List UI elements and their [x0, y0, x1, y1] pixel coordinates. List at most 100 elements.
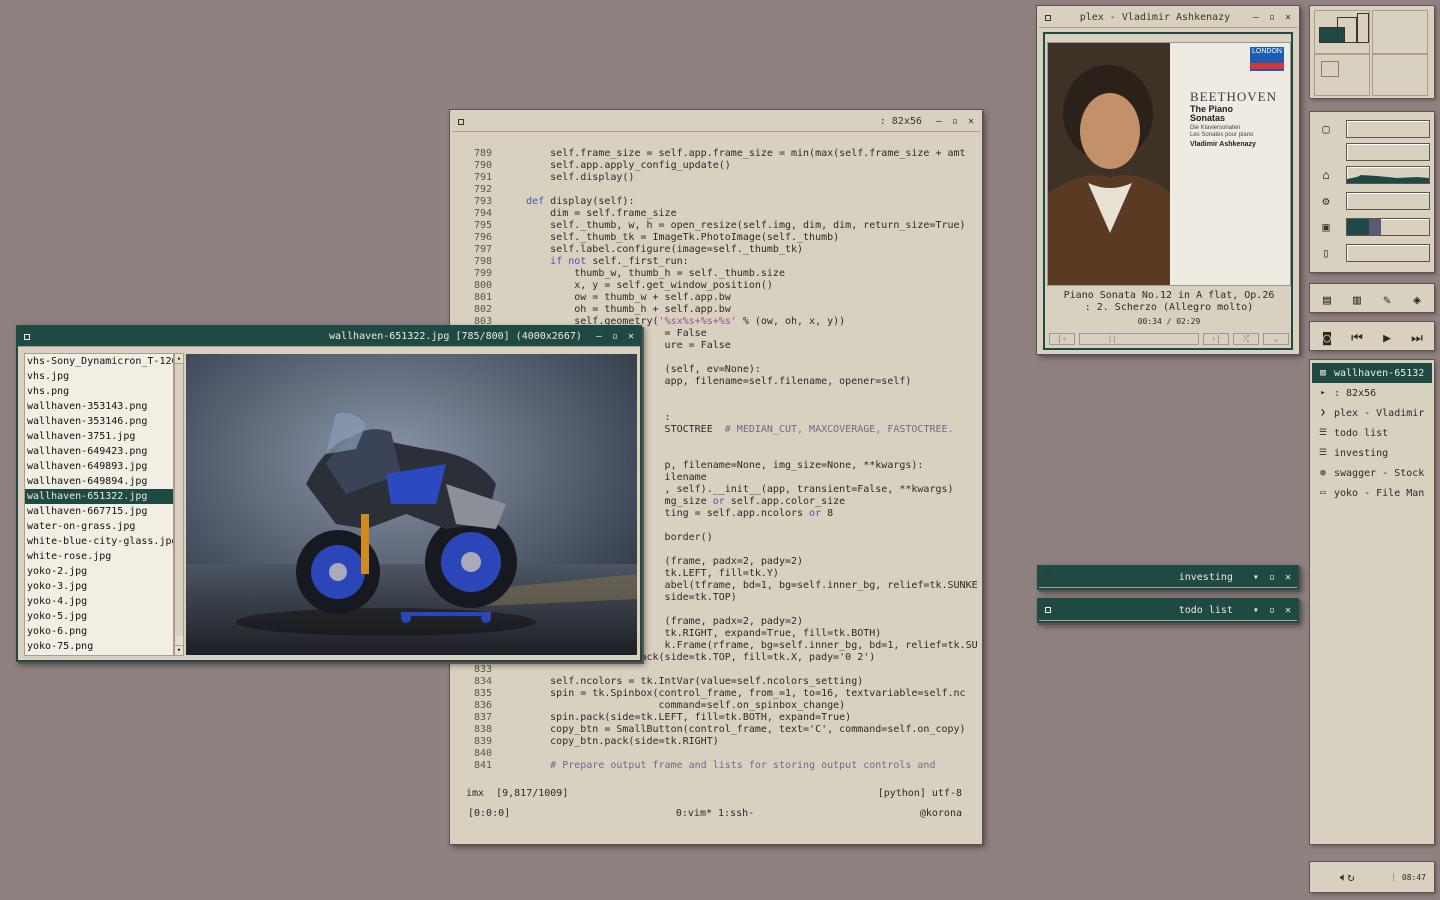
window-title: plex - Vladimir Ashkenazy [1079, 12, 1231, 23]
file-list-item[interactable]: wallhaven-649894.jpg [25, 474, 173, 489]
file-list-item[interactable]: yoko-6.png [25, 624, 173, 639]
tmux-session: [0:0:0] [468, 808, 511, 819]
line-number: 802 [473, 304, 492, 315]
task-item[interactable]: ❯ plex - Vladimir [1312, 403, 1432, 423]
file-list[interactable]: vhs-Sony_Dynamicron_T-120 vhs.jpg vhs.png w… [24, 353, 174, 656]
close-icon[interactable]: ✕ [1285, 572, 1291, 583]
file-list-item[interactable]: white-blue-city-glass.jpg [25, 534, 173, 549]
file-list-item[interactable]: wallhaven-353146.png [25, 414, 173, 429]
cover-subtitle-2: Les Sonates pour piano [1190, 132, 1254, 138]
investing-titlebar[interactable]: investing ▾ ▫ ✕ [1039, 567, 1297, 588]
task-item[interactable]: ▸: 82x56 [1312, 383, 1432, 403]
terminal-launcher-icon[interactable]: ▤ [1315, 289, 1339, 311]
cover-work: The Piano Sonatas [1190, 104, 1234, 123]
file-list-item[interactable]: water-on-grass.jpg [25, 519, 173, 534]
plex-player-window[interactable]: plex - Vladimir Ashkenazy – ▫ ✕ LONDON BEE… [1036, 5, 1300, 355]
workspace-4[interactable] [1372, 54, 1428, 96]
file-list-item[interactable]: vhs-Sony_Dynamicron_T-120 [25, 354, 173, 369]
window-menu-icon[interactable] [1045, 607, 1051, 613]
file-list-scrollbar[interactable]: ▴ ▾ [174, 353, 184, 656]
tray-panel[interactable]: 🔈︎↻ 08:47 [1309, 861, 1435, 893]
line-number: 793 [473, 196, 492, 207]
task-item[interactable]: ▭ yoko - File Man [1312, 483, 1432, 503]
task-label: wallhaven-65132 [1334, 367, 1425, 379]
code-line: 800 x, y = self.get_window_position() [460, 280, 980, 292]
file-list-item[interactable]: yoko-75.png [25, 639, 173, 654]
play-icon[interactable]: ▶ [1375, 327, 1399, 349]
browser-launcher-icon[interactable]: ◈ [1405, 289, 1429, 311]
investing-window[interactable]: investing ▾ ▫ ✕ [1037, 565, 1299, 590]
window-menu-icon[interactable] [458, 118, 464, 125]
window-menu-icon[interactable] [1045, 574, 1051, 580]
task-item[interactable]: ☰ todo list [1312, 423, 1432, 443]
file-list-item[interactable]: vhs.png [25, 384, 173, 399]
shade-icon[interactable]: ▾ [1253, 572, 1259, 583]
code-line: 802 oh = thumb_h + self.app.bw [460, 304, 980, 316]
task-item[interactable]: ☰ investing [1312, 443, 1432, 463]
volume-icon[interactable]: 🔈︎↻ [1340, 870, 1354, 885]
file-list-item[interactable]: yoko-2.jpg [25, 564, 173, 579]
workspace-1[interactable] [1314, 10, 1370, 54]
shuffle-button[interactable]: ⤮ [1233, 333, 1259, 345]
terminal-titlebar[interactable]: : 82x56 – ▫ ✕ [452, 112, 980, 132]
next-icon[interactable]: ⏭ [1405, 327, 1429, 349]
close-icon[interactable]: ✕ [1285, 12, 1291, 23]
pager-panel[interactable] [1309, 5, 1435, 99]
media-controls-panel[interactable]: ◙ ⏮ ▶ ⏭ [1309, 321, 1435, 351]
seek-thumb[interactable]: || [1107, 335, 1117, 343]
launcher-panel[interactable]: ▤ ▥ ✎ ◈ [1309, 283, 1435, 313]
code-line: 837 spin.pack(side=tk.LEFT, fill=tk.BOTH… [460, 712, 980, 724]
close-icon[interactable]: ✕ [628, 331, 634, 342]
image-viewer-window[interactable]: wallhaven-651322.jpg [785/800] (4000x266… [16, 325, 642, 662]
maximize-icon[interactable]: ▫ [952, 116, 958, 127]
taskbar-panel[interactable]: ▨ wallhaven-65132 ▸: 82x56 ❯ plex - Vladimir… [1309, 359, 1435, 845]
window-menu-icon[interactable] [1045, 14, 1051, 21]
maximize-icon[interactable]: ▫ [1269, 605, 1275, 616]
previous-icon[interactable]: ⏮ [1345, 327, 1369, 349]
minimize-icon[interactable]: – [936, 116, 942, 127]
file-list-item[interactable]: yoko-3.jpg [25, 579, 173, 594]
line-text: if not self._first_run: [550, 256, 689, 267]
menu-button[interactable]: ⌄ [1263, 333, 1289, 345]
player-titlebar[interactable]: plex - Vladimir Ashkenazy – ▫ ✕ [1039, 8, 1297, 28]
file-list-item[interactable]: wallhaven-649423.png [25, 444, 173, 459]
workspace-2[interactable] [1372, 10, 1428, 54]
prev-track-button[interactable]: |‹ [1049, 333, 1075, 345]
line-text: copy_btn.pack(side=tk.RIGHT) [502, 736, 719, 747]
line-text: def display(self): [526, 196, 635, 207]
file-list-item[interactable]: yoko-4.jpg [25, 594, 173, 609]
window-menu-icon[interactable] [24, 333, 30, 340]
file-list-item[interactable]: vhs.jpg [25, 369, 173, 384]
image-preview[interactable] [186, 354, 637, 655]
file-list-item[interactable]: wallhaven-353143.png [25, 399, 173, 414]
maximize-icon[interactable]: ▫ [1269, 572, 1275, 583]
file-list-item[interactable]: wallhaven-649893.jpg [25, 459, 173, 474]
minimize-icon[interactable]: – [596, 331, 602, 342]
code-line: 797 self.label.configure(image=self._thu… [460, 244, 980, 256]
shade-icon[interactable]: ▾ [1253, 605, 1259, 616]
workspace-3[interactable] [1314, 54, 1370, 96]
tmux-windows[interactable]: 0:vim* 1:ssh- [676, 808, 754, 820]
editor-launcher-icon[interactable]: ✎ [1375, 289, 1399, 311]
file-list-item[interactable]: wallhaven-667715.jpg [25, 504, 173, 519]
viewer-titlebar[interactable]: wallhaven-651322.jpg [785/800] (4000x266… [18, 327, 640, 347]
maximize-icon[interactable]: ▫ [612, 331, 618, 342]
album-cover: LONDON BEETHOVEN The Piano Sonatas Die K… [1047, 42, 1291, 286]
file-list-item[interactable]: yoko-5.jpg [25, 609, 173, 624]
files-launcher-icon[interactable]: ▥ [1345, 289, 1369, 311]
player-app-icon[interactable]: ◙ [1315, 327, 1339, 349]
task-item[interactable]: ◍ swagger - Stock [1312, 463, 1432, 483]
close-icon[interactable]: ✕ [968, 116, 974, 127]
file-list-item[interactable]: wallhaven-651322.jpg [25, 489, 173, 504]
file-list-item[interactable]: wallhaven-3751.jpg [25, 429, 173, 444]
todo-titlebar[interactable]: todo list ▾ ▫ ✕ [1039, 600, 1297, 621]
close-icon[interactable]: ✕ [1285, 605, 1291, 616]
next-track-button[interactable]: ›| [1203, 333, 1229, 345]
seek-bar[interactable]: || [1079, 333, 1199, 345]
task-item[interactable]: ▨ wallhaven-65132 [1312, 363, 1432, 383]
file-list-item[interactable]: white-rose.jpg [25, 549, 173, 564]
todo-window[interactable]: todo list ▾ ▫ ✕ [1037, 598, 1299, 623]
minimize-icon[interactable]: – [1253, 12, 1259, 23]
maximize-icon[interactable]: ▫ [1269, 12, 1275, 23]
line-number: 791 [473, 172, 492, 183]
